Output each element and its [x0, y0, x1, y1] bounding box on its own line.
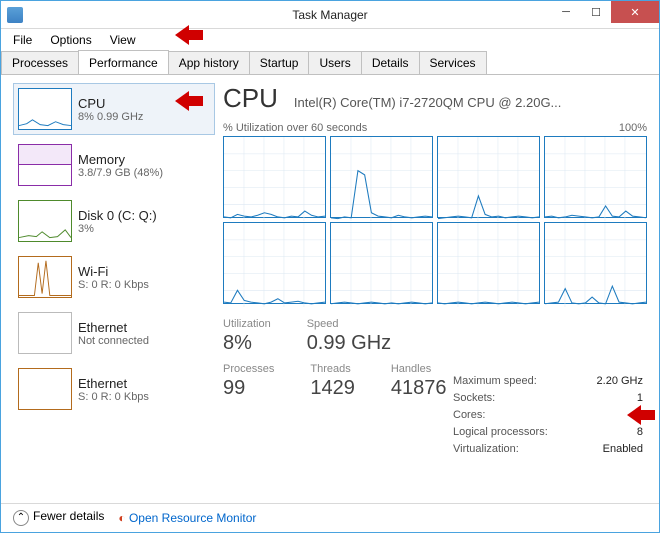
sidebar-item-sub: S: 0 R: 0 Kbps: [78, 391, 149, 403]
kv-value: Enabled: [603, 441, 643, 458]
kv-key: Logical processors:: [453, 424, 548, 441]
window-title: Task Manager: [292, 8, 367, 22]
tab-users[interactable]: Users: [308, 51, 361, 74]
sidebar-item-name: Memory: [78, 152, 163, 167]
sidebar-item-name: Ethernet: [78, 376, 149, 391]
cpu-core-chart-6: [437, 222, 540, 304]
sidebar-item-sub: 8% 0.99 GHz: [78, 111, 143, 123]
sidebar-item-memory[interactable]: Memory3.8/7.9 GB (48%): [13, 139, 215, 191]
cpu-core-chart-5: [330, 222, 433, 304]
kv-value: 2.20 GHz: [597, 373, 643, 390]
tab-details[interactable]: Details: [361, 51, 420, 74]
tab-performance[interactable]: Performance: [78, 50, 169, 74]
annotation-arrow-tab: [175, 25, 203, 45]
stat-threads-label: Threads: [310, 363, 355, 375]
stat-handles-value: 41876: [391, 377, 447, 400]
menu-options[interactable]: Options: [42, 31, 99, 49]
tab-processes[interactable]: Processes: [1, 51, 79, 74]
kv-row: Virtualization: Enabled: [453, 441, 643, 458]
thumbnail-chart: [18, 88, 72, 130]
stat-processes-value: 99: [223, 377, 274, 400]
annotation-arrow-cores: [627, 405, 655, 425]
thumbnail-chart: [18, 312, 72, 354]
menu-view[interactable]: View: [102, 31, 144, 49]
annotation-arrow-cpu-item: [175, 91, 203, 111]
tab-app-history[interactable]: App history: [168, 51, 250, 74]
kv-row: Maximum speed: 2.20 GHz: [453, 373, 643, 390]
stat-speed-value: 0.99 GHz: [307, 332, 391, 355]
fewer-details-link[interactable]: ⌃Fewer details: [13, 509, 104, 526]
detail-title: CPU: [223, 83, 278, 114]
sidebar-item-sub: S: 0 R: 0 Kbps: [78, 279, 149, 291]
tab-services[interactable]: Services: [419, 51, 487, 74]
close-button[interactable]: ✕: [611, 1, 659, 23]
kv-row: Cores:4: [453, 407, 643, 424]
cpu-core-chart-1: [330, 136, 433, 218]
cpu-core-chart-2: [437, 136, 540, 218]
stat-speed-label: Speed: [307, 318, 391, 330]
stat-handles-label: Handles: [391, 363, 447, 375]
cpu-core-chart-4: [223, 222, 326, 304]
stat-threads-value: 1429: [310, 377, 355, 400]
sidebar-item-ethernet[interactable]: EthernetNot connected: [13, 307, 215, 359]
chevron-up-icon: ⌃: [13, 510, 29, 526]
sidebar-item-wi-fi[interactable]: Wi-FiS: 0 R: 0 Kbps: [13, 251, 215, 303]
sidebar-item-sub: 3.8/7.9 GB (48%): [78, 167, 163, 179]
cpu-core-chart-0: [223, 136, 326, 218]
kv-key: Virtualization:: [453, 441, 519, 458]
app-icon: [7, 7, 23, 23]
sidebar-item-name: Wi-Fi: [78, 264, 149, 279]
menu-file[interactable]: File: [5, 31, 40, 49]
axis-label-right: 100%: [619, 122, 647, 134]
tab-startup[interactable]: Startup: [249, 51, 310, 74]
thumbnail-chart: [18, 256, 72, 298]
thumbnail-chart: [18, 200, 72, 242]
sidebar-item-name: Ethernet: [78, 320, 149, 335]
sidebar-item-name: CPU: [78, 96, 143, 111]
cpu-core-chart-7: [544, 222, 647, 304]
sidebar-item-sub: 3%: [78, 223, 157, 235]
kv-key: Maximum speed:: [453, 373, 537, 390]
maximize-button[interactable]: ☐: [581, 1, 611, 23]
stat-processes-label: Processes: [223, 363, 274, 375]
sidebar-item-name: Disk 0 (C: Q:): [78, 208, 157, 223]
cpu-core-chart-3: [544, 136, 647, 218]
thumbnail-chart: [18, 368, 72, 410]
sidebar-item-ethernet[interactable]: EthernetS: 0 R: 0 Kbps: [13, 363, 215, 415]
kv-key: Sockets:: [453, 390, 495, 407]
stat-utilization-value: 8%: [223, 332, 271, 355]
kv-key: Cores:: [453, 407, 485, 424]
thumbnail-chart: [18, 144, 72, 186]
kv-row: Logical processors: 8: [453, 424, 643, 441]
stat-utilization-label: Utilization: [223, 318, 271, 330]
monitor-icon: ◐: [118, 511, 125, 525]
sidebar-item-disk-0-c-q-[interactable]: Disk 0 (C: Q:)3%: [13, 195, 215, 247]
axis-label-left: % Utilization over 60 seconds: [223, 122, 367, 134]
kv-value: 8: [637, 424, 643, 441]
kv-row: Sockets:1: [453, 390, 643, 407]
resource-monitor-link[interactable]: ◐ Open Resource Monitor: [118, 511, 256, 525]
detail-subtitle: Intel(R) Core(TM) i7-2720QM CPU @ 2.20G.…: [294, 95, 561, 110]
sidebar-item-sub: Not connected: [78, 335, 149, 347]
minimize-button[interactable]: ─: [551, 1, 581, 23]
